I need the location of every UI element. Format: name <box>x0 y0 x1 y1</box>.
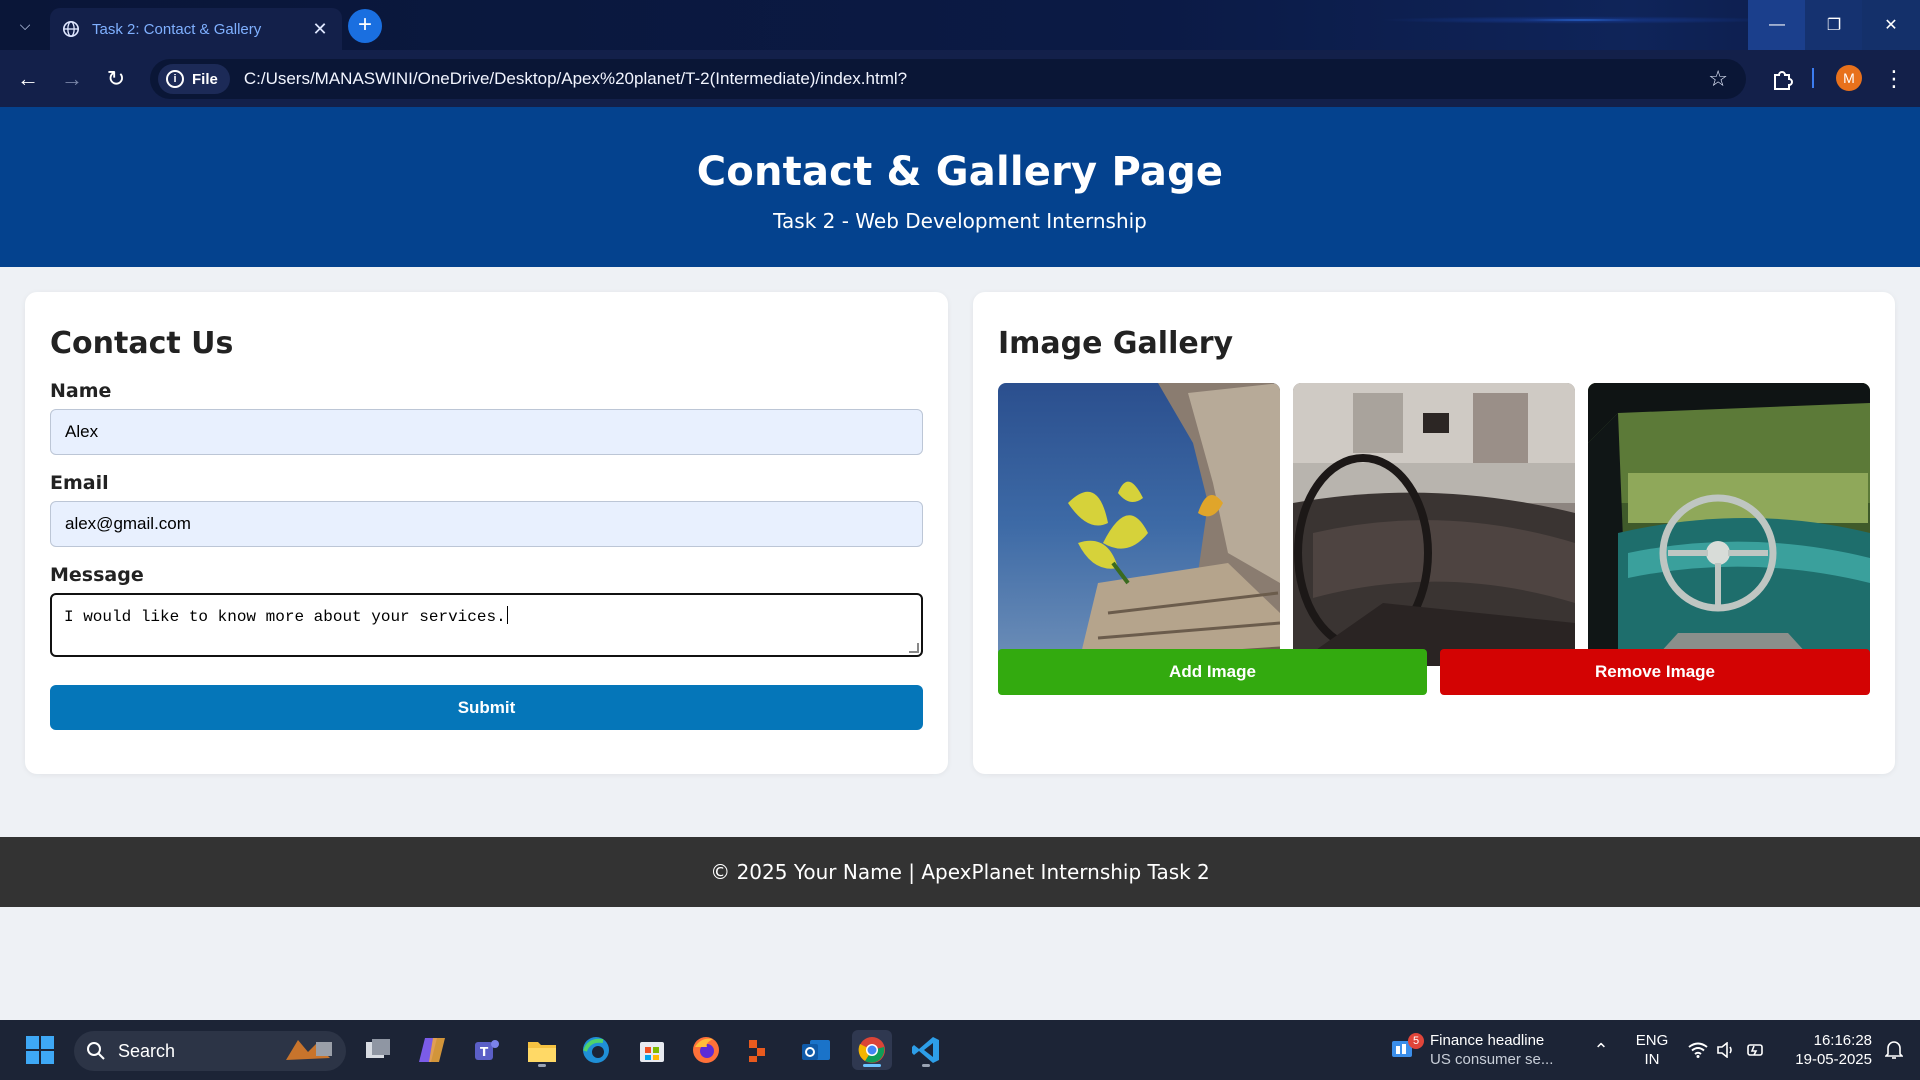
page-header: Contact & Gallery Page Task 2 - Web Deve… <box>0 107 1920 267</box>
task-view-icon[interactable] <box>358 1030 398 1070</box>
bookmark-star-icon[interactable]: ☆ <box>1708 66 1728 92</box>
page-title: Contact & Gallery Page <box>696 149 1224 195</box>
site-info-chip[interactable]: i File <box>158 64 230 94</box>
search-label: Search <box>118 1040 176 1061</box>
gallery-heading: Image Gallery <box>998 326 1234 361</box>
site-info-label: File <box>192 70 218 88</box>
address-bar[interactable]: i File C:/Users/MANASWINI/OneDrive/Deskt… <box>150 59 1746 99</box>
email-label: Email <box>50 472 109 494</box>
message-text: I would like to know more about your ser… <box>64 608 506 626</box>
lang-top: ENG <box>1635 1032 1669 1049</box>
news-badge: 5 <box>1408 1033 1424 1049</box>
message-textarea[interactable]: I would like to know more about your ser… <box>50 593 923 657</box>
name-label: Name <box>50 380 112 402</box>
firefox-icon[interactable] <box>686 1030 726 1070</box>
url-text[interactable]: C:/Users/MANASWINI/OneDrive/Desktop/Apex… <box>244 69 1708 89</box>
news-title: Finance headline <box>1430 1032 1545 1049</box>
language-indicator[interactable]: ENG IN <box>1630 1020 1674 1080</box>
gallery-grid <box>998 383 1870 666</box>
name-field[interactable]: Alex <box>50 409 923 455</box>
taskbar-search-box[interactable]: Search <box>74 1031 346 1071</box>
news-widget[interactable]: 5 Finance headline US consumer se... <box>1390 1028 1570 1072</box>
extensions-puzzle-icon[interactable] <box>1766 63 1798 95</box>
chrome-icon[interactable] <box>852 1030 892 1070</box>
browser-tab[interactable]: Task 2: Contact & Gallery ✕ <box>50 8 342 50</box>
clock-date: 19-05-2025 <box>1795 1051 1872 1068</box>
contact-heading: Contact Us <box>50 326 234 361</box>
message-label: Message <box>50 564 144 586</box>
clock[interactable]: 16:16:28 19-05-2025 <box>1782 1020 1872 1080</box>
search-icon <box>87 1042 105 1060</box>
remove-image-button[interactable]: Remove Image <box>1440 649 1870 695</box>
search-highlight-icon <box>280 1034 338 1069</box>
news-icon: 5 <box>1390 1033 1424 1065</box>
close-window-button[interactable]: ✕ <box>1862 0 1920 50</box>
page-content: Contact & Gallery Page Task 2 - Web Deve… <box>0 107 1920 1020</box>
resize-grip-icon[interactable] <box>909 643 919 653</box>
tab-close-icon[interactable]: ✕ <box>310 19 330 40</box>
office-app-icon[interactable] <box>740 1030 780 1070</box>
battery-icon[interactable] <box>1742 1020 1770 1080</box>
active-indicator <box>863 1064 881 1067</box>
edge-icon[interactable] <box>576 1030 616 1070</box>
minimize-button[interactable]: — <box>1748 0 1806 50</box>
profile-avatar[interactable]: M <box>1836 65 1862 91</box>
wifi-icon[interactable] <box>1684 1020 1712 1080</box>
contact-card: Contact Us Name Alex Email alex@gmail.co… <box>25 292 948 774</box>
notification-bell-icon[interactable] <box>1878 1020 1910 1080</box>
browser-tab-bar: ⌵ Task 2: Contact & Gallery ✕ + — ❐ ✕ <box>0 0 1920 50</box>
gallery-image-flower[interactable] <box>998 383 1280 666</box>
new-tab-button[interactable]: + <box>348 9 382 43</box>
globe-icon <box>62 20 80 38</box>
info-icon: i <box>166 70 184 88</box>
running-indicator <box>922 1064 930 1067</box>
svg-text:T: T <box>480 1045 489 1059</box>
text-caret <box>506 606 508 624</box>
windows-taskbar: Search T 5 Finance headline US consumer … <box>0 1020 1920 1080</box>
add-image-button[interactable]: Add Image <box>998 649 1427 695</box>
outlook-icon[interactable] <box>796 1030 836 1070</box>
windows-start-icon[interactable] <box>20 1030 60 1070</box>
teams-icon[interactable]: T <box>466 1030 506 1070</box>
restore-button[interactable]: ❐ <box>1805 0 1863 50</box>
gallery-image-steering-wheel[interactable] <box>1588 383 1870 666</box>
tab-search-chevron-icon[interactable]: ⌵ <box>12 12 38 38</box>
lang-bottom: IN <box>1644 1051 1660 1068</box>
store-icon[interactable] <box>632 1030 672 1070</box>
submit-button[interactable]: Submit <box>50 685 923 730</box>
back-arrow-icon[interactable]: ← <box>12 63 44 95</box>
toolbar-divider <box>1812 68 1814 88</box>
running-indicator <box>538 1064 546 1067</box>
page-footer: © 2025 Your Name | ApexPlanet Internship… <box>0 837 1920 907</box>
tab-title: Task 2: Contact & Gallery <box>92 20 262 38</box>
gallery-card: Image Gallery Add Image Remove Image <box>973 292 1895 774</box>
email-field[interactable]: alex@gmail.com <box>50 501 923 547</box>
page-subtitle: Task 2 - Web Development Internship <box>773 209 1147 233</box>
volume-icon[interactable] <box>1712 1020 1740 1080</box>
vscode-icon[interactable] <box>906 1030 946 1070</box>
browser-toolbar: ← → ↻ i File C:/Users/MANASWINI/OneDrive… <box>0 50 1920 107</box>
show-hidden-icons-chevron-icon[interactable]: ⌃ <box>1586 1020 1616 1080</box>
news-subtitle: US consumer se... <box>1430 1051 1554 1068</box>
clock-time: 16:16:28 <box>1813 1032 1872 1049</box>
gallery-image-dashboard[interactable] <box>1293 383 1575 666</box>
copilot-icon[interactable] <box>412 1030 452 1070</box>
menu-kebab-icon[interactable]: ⋮ <box>1878 63 1910 95</box>
forward-arrow-icon[interactable]: → <box>56 63 88 95</box>
file-explorer-icon[interactable] <box>522 1030 562 1070</box>
reload-icon[interactable]: ↻ <box>100 63 132 95</box>
footer-text: © 2025 Your Name | ApexPlanet Internship… <box>710 860 1210 884</box>
